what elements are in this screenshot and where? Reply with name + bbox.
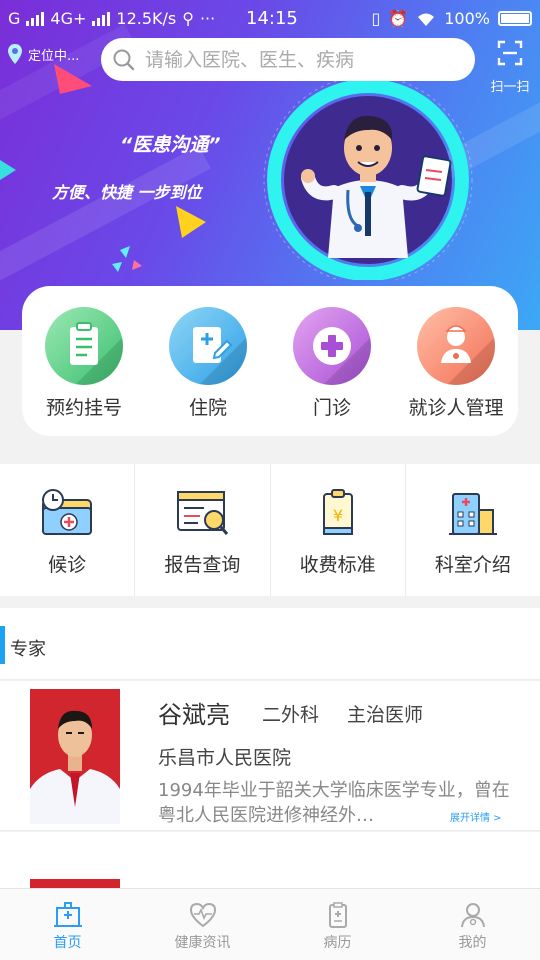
doctor-illustration-icon xyxy=(263,80,473,280)
quick-label: 住院 xyxy=(188,397,227,419)
clock: 14:15 xyxy=(246,8,298,29)
list-spacer xyxy=(0,832,540,876)
battery-percent: 100% xyxy=(444,9,490,28)
quick-label: 门诊 xyxy=(312,397,351,419)
tab-profile[interactable]: 我的 xyxy=(405,889,540,960)
quick-services: 预约挂号 住院 门诊 就诊人管理 xyxy=(22,286,518,436)
signal-icon xyxy=(92,11,111,26)
tab-label: 首页 xyxy=(53,935,82,951)
tab-health-news[interactable]: 健康资讯 xyxy=(135,889,270,960)
quick-patient-management[interactable]: 就诊人管理 xyxy=(398,307,514,436)
signal-icon xyxy=(26,11,45,26)
doctor-hospital: 乐昌市人民医院 xyxy=(158,747,292,769)
bottom-tab-bar: 首页 健康资讯 病历 我的 xyxy=(0,888,540,960)
status-bar: G 4G+ 12.5K/s ⚲ ··· 14:15 ▯ ⏰ 100% xyxy=(0,0,540,36)
decor-triangle-icon xyxy=(54,64,92,94)
expand-details-link[interactable]: 展开详情 > xyxy=(450,809,502,824)
banner-title: “医患沟通” xyxy=(120,134,221,156)
wifi-icon xyxy=(418,13,435,26)
grid-label: 收费标准 xyxy=(299,554,376,576)
grid-label: 报告查询 xyxy=(164,554,241,576)
doctor-photo xyxy=(30,689,120,824)
grid-department-intro[interactable]: 科室介绍 xyxy=(406,464,540,596)
quick-inpatient[interactable]: 住院 xyxy=(150,307,266,436)
search-bar[interactable] xyxy=(101,38,475,81)
decor-triangle-icon xyxy=(176,206,206,238)
tab-label: 健康资讯 xyxy=(174,935,231,951)
medical-record-icon xyxy=(328,902,347,928)
clipboard-icon xyxy=(45,307,123,385)
tab-home[interactable]: 首页 xyxy=(0,889,135,960)
profile-icon xyxy=(460,903,485,928)
search-input[interactable] xyxy=(145,48,465,71)
function-grid: 候诊 报告查询 ¥ 收费标准 科室介绍 xyxy=(0,464,540,596)
section-accent-bar xyxy=(0,626,5,664)
battery-icon xyxy=(498,11,532,26)
doctor-card[interactable]: 谷斌亮 二外科 主治医师 乐昌市人民医院 1994年毕业于韶关大学临床医学专业，… xyxy=(0,681,540,831)
grid-label: 候诊 xyxy=(48,554,87,576)
grid-waiting[interactable]: 候诊 xyxy=(0,464,136,596)
quick-label: 预约挂号 xyxy=(45,397,122,419)
tab-medical-record[interactable]: 病历 xyxy=(270,889,405,960)
medical-cross-icon xyxy=(293,307,371,385)
grid-label: 科室介绍 xyxy=(434,554,511,576)
decor-triangle-icon xyxy=(0,160,16,180)
fee-icon: ¥ xyxy=(322,489,353,535)
hospital-icon xyxy=(53,902,82,927)
vibrate-icon: ▯ xyxy=(371,9,381,28)
usb-icon: ⚲ xyxy=(182,9,194,28)
doctor-title: 主治医师 xyxy=(347,704,424,726)
scan-button[interactable]: 扫一扫 xyxy=(486,40,534,95)
quick-appointment[interactable]: 预约挂号 xyxy=(26,307,142,436)
report-search-icon xyxy=(177,491,229,535)
network-label: 4G+ xyxy=(50,9,87,28)
clock-folder-icon xyxy=(42,489,93,535)
banner-slogan: “医患沟通” 方便、快捷 一步到位 xyxy=(52,130,220,203)
grid-report-search[interactable]: 报告查询 xyxy=(135,464,271,596)
banner-subtitle: 方便、快捷 一步到位 xyxy=(52,183,202,202)
more-indicator: ··· xyxy=(199,9,216,28)
scan-label: 扫一扫 xyxy=(490,80,530,95)
search-icon xyxy=(113,49,135,70)
quick-outpatient[interactable]: 门诊 xyxy=(274,307,390,436)
carrier-label: G xyxy=(8,9,21,28)
expert-section-header: 专家 xyxy=(0,608,540,680)
patient-icon xyxy=(417,307,495,385)
doctor-department: 二外科 xyxy=(262,704,320,726)
network-speed: 12.5K/s xyxy=(116,9,177,28)
scan-icon xyxy=(497,40,523,66)
location-label: 定位中... xyxy=(28,48,80,64)
doctor-name: 谷斌亮 xyxy=(158,701,230,729)
decor-shards-icon xyxy=(112,246,142,272)
building-icon xyxy=(448,493,497,535)
quick-label: 就诊人管理 xyxy=(408,397,504,419)
location-pin-icon xyxy=(8,44,22,64)
tab-label: 病历 xyxy=(323,935,352,951)
tab-label: 我的 xyxy=(458,935,487,951)
location-selector[interactable]: 定位中... xyxy=(8,44,79,64)
section-title: 专家 xyxy=(10,639,46,660)
alarm-icon: ⏰ xyxy=(388,9,409,28)
edit-document-icon xyxy=(169,307,247,385)
grid-fee-standard[interactable]: ¥ 收费标准 xyxy=(271,464,406,596)
heart-pulse-icon xyxy=(189,902,216,928)
svg-text:¥: ¥ xyxy=(333,506,343,525)
